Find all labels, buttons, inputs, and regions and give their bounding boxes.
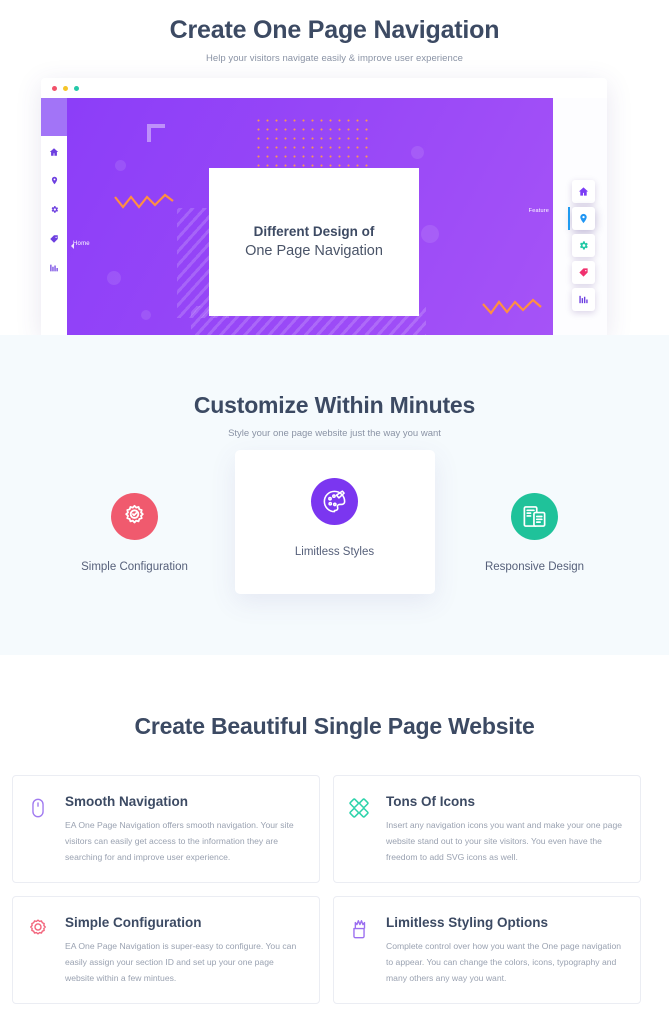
circle-decoration-5	[421, 225, 439, 243]
right-nav-label: Feature	[528, 208, 549, 214]
bottom-title: Create Beautiful Single Page Website	[134, 713, 535, 739]
card-title: Smooth Navigation	[65, 794, 189, 809]
feature-simple-configuration[interactable]: Simple Configuration	[35, 460, 235, 590]
feature-responsive-design[interactable]: Responsive Design	[435, 460, 635, 590]
card-limitless-styling-options[interactable]: Limitless Styling Options Complete contr…	[333, 896, 641, 1004]
feature-label: Responsive Design	[484, 561, 585, 573]
window-minimize-dot[interactable]	[63, 85, 68, 91]
circle-decoration-3	[141, 310, 151, 320]
left-nav-home-icon[interactable]	[41, 147, 67, 159]
landing-page: Create One Page Navigation Help your vis…	[0, 0, 669, 1024]
card-smooth-navigation[interactable]: Smooth Navigation EA One Page Navigation…	[12, 775, 320, 883]
mockup-card-line2: One Page Navigation	[245, 243, 383, 260]
zigzag-decoration-left	[114, 193, 174, 209]
card-description: Insert any navigation icons you want and…	[386, 820, 623, 862]
corner-bracket-decoration	[147, 124, 165, 142]
mockup-card-line1: Different Design of	[253, 223, 375, 239]
left-nav-gear-icon[interactable]	[41, 205, 67, 216]
circle-decoration-2	[107, 271, 121, 285]
window-close-dot[interactable]	[52, 85, 57, 91]
right-nav-location-tile[interactable]	[572, 207, 595, 230]
browser-viewport: Home Feature Different Design of One Pag…	[41, 98, 607, 335]
hero-section: Create One Page Navigation Help your vis…	[0, 0, 669, 335]
mockup-hero-card: Different Design of One Page Navigation	[209, 168, 419, 316]
feature-label: Limitless Styles	[294, 546, 375, 558]
card-tons-of-icons[interactable]: Tons Of Icons Insert any navigation icon…	[333, 775, 641, 883]
mockup-left-nav	[41, 98, 67, 335]
brush-cup-icon	[348, 915, 374, 987]
left-nav-chart-icon[interactable]	[41, 263, 67, 275]
card-title: Tons Of Icons	[386, 794, 476, 809]
feature-limitless-styles[interactable]: Limitless Styles	[234, 450, 435, 594]
page-title: Create One Page Navigation	[169, 16, 500, 44]
four-diamonds-icon	[348, 794, 374, 866]
circle-decoration-1	[115, 160, 126, 171]
right-nav-tag-tile[interactable]	[572, 261, 595, 284]
mouse-icon	[27, 794, 53, 866]
customize-section: Customize Within Minutes Style your one …	[0, 335, 669, 970]
left-nav-location-pin-icon[interactable]	[41, 176, 67, 187]
card-description: Complete control over how you want the O…	[386, 941, 622, 983]
customize-subtitle: Style your one page website just the way…	[228, 428, 441, 439]
left-nav-active-block	[41, 98, 67, 136]
circle-decoration-4	[411, 146, 424, 159]
left-nav-tooltip: Home	[71, 241, 90, 249]
hero-subtitle: Help your visitors navigate easily & imp…	[206, 53, 463, 65]
browser-titlebar	[41, 78, 607, 98]
card-description: EA One Page Navigation offers smooth nav…	[65, 820, 294, 862]
responsive-devices-icon	[511, 493, 558, 540]
zigzag-decoration-right	[482, 298, 542, 315]
browser-mockup: Home Feature Different Design of One Pag…	[41, 78, 607, 335]
card-title: Limitless Styling Options	[386, 915, 549, 930]
beautiful-website-section: Create Beautiful Single Page Website Smo…	[0, 655, 669, 1024]
card-description: EA One Page Navigation is super-easy to …	[65, 941, 297, 983]
left-nav-tag-icon[interactable]	[41, 234, 67, 246]
gear-check-icon	[111, 493, 158, 540]
card-title: Simple Configuration	[65, 915, 202, 930]
right-nav-gear-tile[interactable]	[572, 234, 595, 257]
right-nav-home-tile[interactable]	[572, 180, 595, 203]
mockup-right-nav: Feature	[529, 180, 595, 315]
feature-list: Simple Configuration Limitless Styles Re…	[0, 450, 669, 594]
feature-card-grid: Smooth Navigation EA One Page Navigation…	[12, 775, 657, 1004]
right-nav-chart-tile[interactable]	[572, 288, 595, 311]
card-simple-configuration[interactable]: Simple Configuration EA One Page Navigat…	[12, 896, 320, 1004]
palette-icon	[311, 478, 358, 525]
gear-outline-icon	[27, 915, 53, 987]
window-maximize-dot[interactable]	[74, 85, 79, 91]
feature-label: Simple Configuration	[81, 561, 188, 573]
customize-title: Customize Within Minutes	[193, 392, 476, 418]
